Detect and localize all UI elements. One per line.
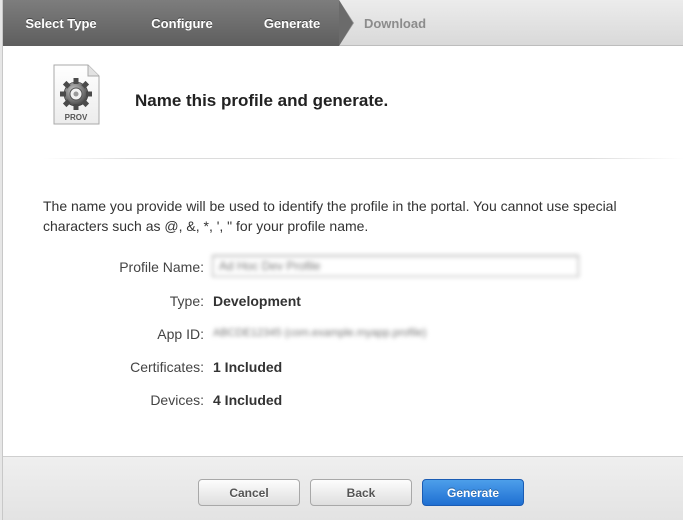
step-label: Configure xyxy=(151,15,213,31)
page-title: Name this profile and generate. xyxy=(135,91,389,110)
header-divider xyxy=(43,158,683,159)
certificates-label: Certificates: xyxy=(130,359,204,375)
step-label: Download xyxy=(363,15,427,31)
devices-label: Devices: xyxy=(150,392,204,408)
app-id-value: ABCDE12345 (com.example.myapp.profile) xyxy=(213,327,427,339)
assistant-panel: Select Type Configure Generate Download xyxy=(2,0,683,520)
svg-text:PROV: PROV xyxy=(65,113,88,122)
back-button[interactable]: Back xyxy=(310,479,412,506)
app-id-row: App ID: ABCDE12345 (com.example.myapp.pr… xyxy=(3,322,683,346)
step-generate: Generate xyxy=(231,0,339,46)
provisioning-profile-icon: PROV xyxy=(51,64,101,126)
step-select-type: Select Type xyxy=(3,0,119,46)
type-label: Type: xyxy=(169,293,204,309)
instructions-text: The name you provide will be used to ide… xyxy=(43,198,617,234)
profile-name-label: Profile Name: xyxy=(119,259,204,275)
profile-name-input[interactable] xyxy=(212,255,579,277)
type-row: Type: Development xyxy=(3,289,683,313)
step-configure: Configure xyxy=(119,0,231,46)
generate-button[interactable]: Generate xyxy=(422,479,524,506)
app-id-label: App ID: xyxy=(157,326,204,342)
footer-bar: Cancel Back Generate xyxy=(3,456,683,520)
devices-row: Devices: 4 Included xyxy=(3,388,683,412)
certificates-row: Certificates: 1 Included xyxy=(3,355,683,379)
cancel-button[interactable]: Cancel xyxy=(198,479,300,506)
devices-value: 4 Included xyxy=(213,392,283,408)
step-label: Generate xyxy=(263,15,321,31)
certificates-value: 1 Included xyxy=(213,359,283,375)
type-value: Development xyxy=(213,293,301,309)
step-chevron xyxy=(339,0,353,46)
profile-name-row: Profile Name: xyxy=(3,255,683,279)
step-bar: Select Type Configure Generate Download xyxy=(3,0,683,46)
step-label: Select Type xyxy=(25,15,97,31)
step-download: Download xyxy=(353,0,437,46)
